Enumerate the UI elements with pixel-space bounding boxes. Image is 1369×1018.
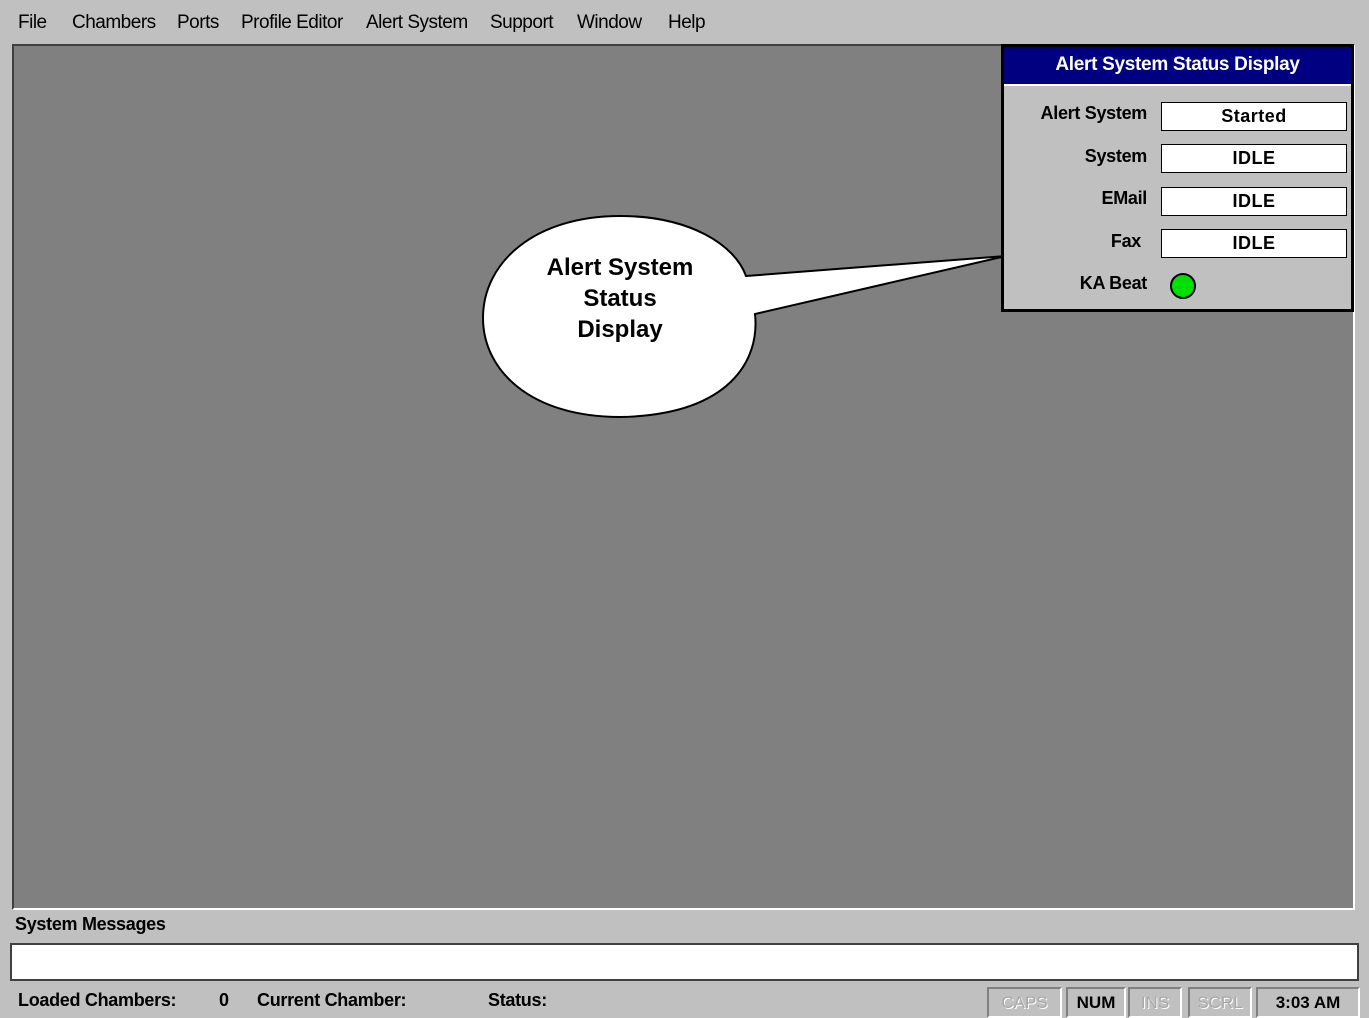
- system-messages-box[interactable]: [10, 943, 1359, 981]
- email-label: EMail: [1101, 188, 1147, 208]
- fax-value: IDLE: [1161, 229, 1347, 258]
- system-label: System: [1084, 146, 1148, 166]
- current-chamber-label: Current Chamber:: [257, 990, 407, 1010]
- caps-indicator: CAPS: [987, 987, 1062, 1018]
- alert-system-value: Started: [1161, 102, 1347, 131]
- ka-beat-label: KA Beat: [1079, 273, 1148, 293]
- panel-title[interactable]: Alert System Status Display: [1004, 47, 1351, 84]
- system-value: IDLE: [1161, 144, 1347, 173]
- fax-label: Fax: [1110, 231, 1141, 251]
- alert-system-label: Alert System: [1040, 103, 1148, 123]
- num-indicator: NUM: [1066, 987, 1126, 1018]
- email-value: IDLE: [1161, 187, 1347, 216]
- alert-status-panel: Alert System Status Display Alert System…: [1001, 44, 1354, 312]
- clock: 3:03 AM: [1256, 987, 1360, 1018]
- callout-text: Alert System Status Display: [546, 254, 694, 343]
- panel-divider: [1004, 84, 1351, 86]
- ins-indicator: INS: [1128, 987, 1182, 1018]
- loaded-chambers-label: Loaded Chambers:: [18, 990, 177, 1010]
- system-messages-label: System Messages: [15, 914, 166, 934]
- status-label: Status:: [488, 990, 547, 1010]
- ka-beat-indicator: [1170, 273, 1196, 299]
- scrl-indicator: SCRL: [1188, 987, 1252, 1018]
- loaded-chambers-value: 0: [219, 990, 229, 1010]
